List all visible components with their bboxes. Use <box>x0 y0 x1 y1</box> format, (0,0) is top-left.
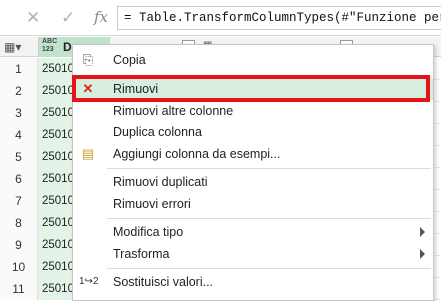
submenu-arrow-icon <box>420 249 425 259</box>
row-number[interactable]: 10 <box>0 256 38 278</box>
menu-item-modifica-tipo[interactable]: Modifica tipo <box>73 221 433 243</box>
menu-item-label: Rimuovi duplicati <box>113 175 208 189</box>
menu-item-label: Rimuovi altre colonne <box>113 104 234 118</box>
menu-separator <box>107 218 431 219</box>
menu-separator <box>107 168 431 169</box>
row-number[interactable]: 9 <box>0 234 38 256</box>
row-number[interactable]: 3 <box>0 102 38 124</box>
context-menu: ⎘ Copia ✕ Rimuovi Rimuovi altre colonne … <box>72 44 434 301</box>
menu-item-duplica-colonna[interactable]: Duplica colonna <box>73 121 433 143</box>
confirm-icon[interactable]: ✓ <box>61 8 75 28</box>
formula-input[interactable]: = Table.TransformColumnTypes(#"Funzione … <box>117 6 441 30</box>
menu-item-label: Rimuovi errori <box>113 197 191 211</box>
row-number[interactable]: 11 <box>0 278 38 300</box>
menu-item-label: Aggiungi colonna da esempi... <box>113 147 281 161</box>
formula-bar: ✕ ✓ fx = Table.TransformColumnTypes(#"Fu… <box>0 0 441 36</box>
menu-item-label: Rimuovi <box>113 82 159 96</box>
fx-label: fx <box>94 8 109 26</box>
menu-item-copia[interactable]: ⎘ Copia <box>73 49 433 71</box>
row-number[interactable]: 7 <box>0 190 38 212</box>
add-column-icon: ▤ <box>81 146 95 161</box>
row-number[interactable]: 6 <box>0 168 38 190</box>
menu-separator <box>107 268 431 269</box>
type-icon[interactable]: ABC 123 <box>42 38 57 54</box>
submenu-arrow-icon <box>420 227 425 237</box>
menu-item-label: Trasforma <box>113 247 170 261</box>
menu-item-label: Duplica colonna <box>113 125 202 139</box>
copy-icon: ⎘ <box>82 52 94 67</box>
row-number[interactable]: 8 <box>0 212 38 234</box>
menu-item-label: Modifica tipo <box>113 225 184 239</box>
menu-item-rimuovi-errori[interactable]: Rimuovi errori <box>73 193 433 215</box>
row-number[interactable]: 2 <box>0 80 38 102</box>
menu-item-sostituisci-valori[interactable]: 1↪2 Sostituisci valori... <box>73 271 433 293</box>
replace-icon: 1↪2 <box>79 276 99 287</box>
menu-item-rimuovi[interactable]: ✕ Rimuovi <box>73 78 433 100</box>
remove-icon: ✕ <box>82 81 94 96</box>
row-number[interactable]: 5 <box>0 146 38 168</box>
table-menu-icon[interactable]: ▦▾ <box>4 40 34 54</box>
menu-item-aggiungi-colonna[interactable]: ▤ Aggiungi colonna da esempi... <box>73 143 433 165</box>
menu-item-rimuovi-duplicati[interactable]: Rimuovi duplicati <box>73 171 433 193</box>
menu-item-label: Copia <box>113 53 146 67</box>
row-number[interactable]: 4 <box>0 124 38 146</box>
menu-item-trasforma[interactable]: Trasforma <box>73 243 433 265</box>
menu-item-label: Sostituisci valori... <box>113 275 214 289</box>
menu-item-rimuovi-altre-colonne[interactable]: Rimuovi altre colonne <box>73 100 433 122</box>
row-number[interactable]: 1 <box>0 58 38 80</box>
cancel-icon[interactable]: ✕ <box>26 8 40 28</box>
